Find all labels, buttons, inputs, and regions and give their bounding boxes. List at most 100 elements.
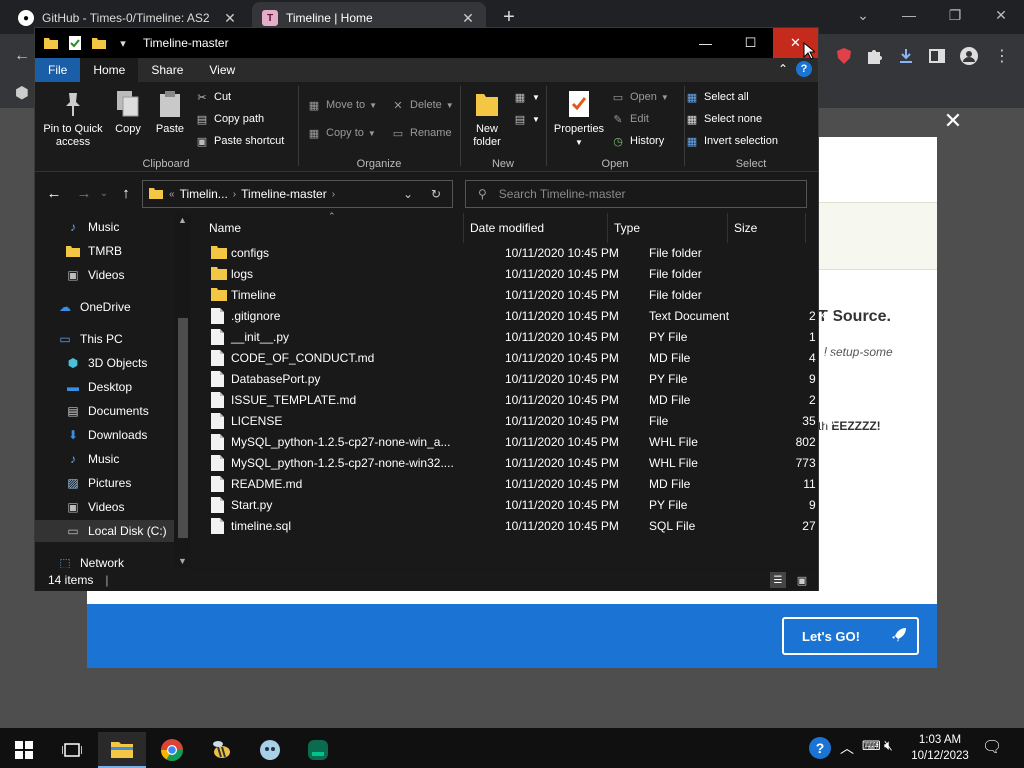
taskbar-chrome[interactable] — [148, 732, 196, 768]
taskbar-app-character[interactable] — [246, 732, 294, 768]
help-tray-icon[interactable]: ? — [809, 737, 831, 759]
properties-button[interactable]: Properties ▼ — [551, 88, 607, 149]
maximize-button[interactable]: ☐ — [728, 28, 773, 58]
close-icon[interactable]: ✕ — [978, 0, 1024, 30]
nav-item-pictures[interactable]: ▨ Pictures — [65, 472, 192, 494]
chevron-up-icon[interactable]: ︿ — [840, 738, 854, 758]
chevron-down-icon[interactable]: ⌄ — [95, 188, 113, 199]
bookmark-icon[interactable]: ⬢ — [10, 81, 34, 105]
pin-quick-access-button[interactable]: Pin to Quick access — [41, 88, 105, 149]
chevron-right-icon[interactable]: › — [233, 189, 236, 200]
file-row[interactable]: CODE_OF_CONDUCT.md 10/11/2020 10:45 PM MD … — [192, 348, 835, 369]
network-tray-icon[interactable]: ⌨ — [862, 738, 881, 754]
notifications-icon[interactable]: 🗨︎ — [982, 737, 1002, 757]
modal-close-icon[interactable]: ✕ — [942, 108, 964, 134]
back-icon[interactable]: ← — [10, 44, 34, 68]
nav-item-videos[interactable]: ▣ Videos — [65, 264, 192, 286]
nav-item-music[interactable]: ♪ Music — [65, 448, 192, 470]
chevron-down-icon[interactable]: ⌄ — [403, 187, 413, 201]
file-row[interactable]: Start.py 10/11/2020 10:45 PM PY File 9 KB — [192, 495, 835, 516]
puzzle-extensions-icon[interactable] — [862, 44, 886, 68]
new-tab-button[interactable]: + — [498, 6, 520, 29]
minimize-icon[interactable]: — — [886, 0, 932, 30]
history-button[interactable]: ◷ History — [611, 132, 664, 150]
file-row[interactable]: MySQL_python-1.2.5-cp27-none-win32.... 10… — [192, 453, 835, 474]
search-box[interactable]: ⚲ Search Timeline-master — [465, 180, 807, 208]
tab-file[interactable]: File — [35, 58, 81, 82]
overflow-chevron-icon[interactable]: « — [169, 189, 175, 200]
file-row[interactable]: __init__.py 10/11/2020 10:45 PM PY File 1 K… — [192, 327, 835, 348]
copy-to-button[interactable]: ▦ Copy to ▼ — [307, 124, 376, 142]
nav-item-network[interactable]: ⬚ Network — [57, 552, 192, 568]
column-name[interactable]: Name ⌃ — [192, 211, 464, 243]
file-row[interactable]: LICENSE 10/11/2020 10:45 PM File 35 KB — [192, 411, 835, 432]
invert-selection-button[interactable]: ▦ Invert selection — [685, 132, 778, 150]
restore-icon[interactable]: ❐ — [932, 0, 978, 30]
breadcrumb-parent[interactable]: Timelin... — [180, 187, 228, 201]
forward-arrow-icon[interactable]: → — [75, 185, 93, 202]
delete-button[interactable]: ✕ Delete ▼ — [391, 96, 453, 114]
copy-button[interactable]: Copy — [111, 88, 145, 136]
chevron-up-icon[interactable]: ⌃ — [778, 62, 788, 76]
select-all-button[interactable]: ▦ Select all — [685, 88, 749, 106]
chevron-right-icon[interactable]: › — [332, 189, 335, 200]
paste-button[interactable]: Paste — [153, 88, 187, 136]
details-view-icon[interactable]: ☰ — [770, 572, 786, 588]
open-button[interactable]: ▭ Open ▼ — [611, 88, 669, 106]
copy-path-button[interactable]: ▤ Copy path — [195, 110, 264, 128]
taskbar-app-bee[interactable] — [198, 732, 246, 768]
nav-item-local-disk[interactable]: ▭ Local Disk (C:) — [35, 520, 174, 542]
edit-button[interactable]: ✎ Edit — [611, 110, 649, 128]
nav-item-documents[interactable]: ▤ Documents — [65, 400, 192, 422]
large-icons-view-icon[interactable]: ▣ — [794, 572, 810, 588]
column-size[interactable]: Size — [728, 213, 806, 243]
nav-item-onedrive[interactable]: ☁ OneDrive — [57, 296, 192, 318]
select-none-button[interactable]: ▦ Select none — [685, 110, 762, 128]
tab-share[interactable]: Share — [138, 58, 196, 82]
file-row[interactable]: README.md 10/11/2020 10:45 PM MD File 11 KB — [192, 474, 835, 495]
file-row[interactable]: ISSUE_TEMPLATE.md 10/11/2020 10:45 PM MD F… — [192, 390, 835, 411]
file-row[interactable]: timeline.sql 10/11/2020 10:45 PM SQL File 2… — [192, 516, 835, 537]
file-row[interactable]: .gitignore 10/11/2020 10:45 PM Text Docume… — [192, 306, 835, 327]
up-arrow-icon[interactable]: ↑ — [117, 185, 135, 202]
explorer-titlebar[interactable]: ▾ Timeline-master — ☐ ✕ — [35, 28, 818, 58]
easy-access-button[interactable]: ▤ ▼ — [513, 110, 540, 128]
chevron-down-icon[interactable]: ▾ — [115, 35, 131, 51]
scroll-down-icon[interactable]: ▼ — [178, 556, 187, 566]
close-icon[interactable]: ✕ — [222, 10, 238, 27]
back-arrow-icon[interactable]: ← — [45, 185, 63, 202]
file-row[interactable]: DatabasePort.py 10/11/2020 10:45 PM PY Fil… — [192, 369, 835, 390]
lets-go-button[interactable]: Let's GO! — [782, 617, 919, 655]
scroll-up-icon[interactable]: ▲ — [178, 215, 187, 225]
start-button[interactable] — [0, 732, 48, 768]
system-clock[interactable]: 1:03 AM 10/12/2023 — [908, 732, 972, 764]
column-type[interactable]: Type — [608, 213, 728, 243]
refresh-icon[interactable]: ↻ — [431, 187, 441, 201]
help-icon[interactable]: ? — [796, 61, 812, 77]
nav-item-desktop[interactable]: ▬ Desktop — [65, 376, 192, 398]
taskbar-file-explorer[interactable] — [98, 732, 146, 768]
nav-item-tmrb[interactable]: TMRB — [65, 240, 192, 262]
download-icon[interactable] — [894, 44, 918, 68]
nav-item-videos[interactable]: ▣ Videos — [65, 496, 192, 518]
column-date-modified[interactable]: Date modified — [464, 213, 608, 243]
tab-view[interactable]: View — [196, 58, 248, 82]
nav-item-this-pc[interactable]: ▭ This PC — [57, 328, 192, 350]
taskbar-app-green[interactable] — [294, 732, 342, 768]
properties-quick-icon[interactable] — [67, 35, 83, 51]
move-to-button[interactable]: ▦ Move to ▼ — [307, 96, 377, 114]
file-row[interactable]: Timeline 10/11/2020 10:45 PM File folder — [192, 285, 792, 306]
cut-button[interactable]: ✂ Cut — [195, 88, 231, 106]
task-view-button[interactable] — [48, 732, 96, 768]
file-row[interactable]: MySQL_python-1.2.5-cp27-none-win_a... 10/… — [192, 432, 835, 453]
nav-item-downloads[interactable]: ⬇ Downloads — [65, 424, 192, 446]
nav-item-3d-objects[interactable]: ⬢ 3D Objects — [65, 352, 192, 374]
file-row[interactable]: configs 10/11/2020 10:45 PM File folder — [192, 243, 792, 264]
tab-home[interactable]: Home — [80, 58, 139, 82]
breadcrumb-current[interactable]: Timeline-master — [241, 187, 327, 201]
paste-shortcut-button[interactable]: ▣ Paste shortcut — [195, 132, 285, 150]
volume-muted-icon[interactable]: 🔇︎ — [884, 737, 893, 754]
more-menu-icon[interactable]: ⋮ — [990, 44, 1014, 68]
new-folder-button[interactable]: New folder — [467, 88, 507, 149]
file-row[interactable]: logs 10/11/2020 10:45 PM File folder — [192, 264, 792, 285]
